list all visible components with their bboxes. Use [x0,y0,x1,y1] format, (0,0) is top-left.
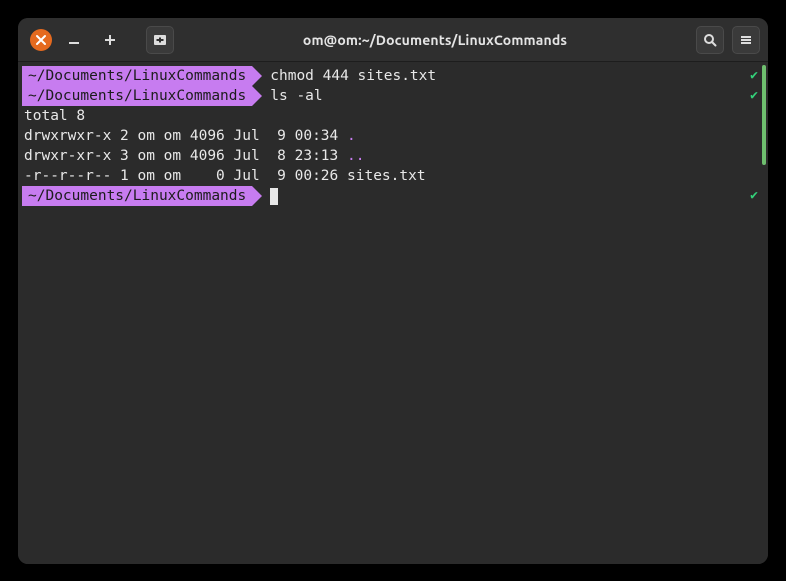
file-meta: drwxrwxr-x 2 om om 4096 Jul 9 00:34 [24,126,347,146]
minimize-icon [66,32,82,48]
success-check-icon: ✔ [750,186,758,206]
file-meta: drwxr-xr-x 3 om om 4096 Jul 8 23:13 [24,146,347,166]
close-icon [33,32,49,48]
titlebar: om@om:~/Documents/LinuxCommands [18,18,768,62]
prompt-path: ~/Documents/LinuxCommands [22,86,252,106]
success-check-icon: ✔ [750,66,758,86]
command-line-active: ~/Documents/LinuxCommands ✔ [22,186,768,206]
output-line: -r--r--r-- 1 om om 0 Jul 9 00:26 sites.t… [22,166,768,186]
search-button[interactable] [696,26,724,54]
command-text: chmod 444 sites.txt [270,66,436,86]
command-line: ~/Documents/LinuxCommands ls -al ✔ [22,86,768,106]
prompt-path: ~/Documents/LinuxCommands [22,186,252,206]
close-button[interactable] [30,29,52,51]
new-tab-button[interactable] [146,26,174,54]
minimize-button[interactable] [60,26,88,54]
dir-name: .. [347,146,364,166]
dir-name: . [347,126,356,146]
hamburger-icon [738,32,754,48]
terminal-body[interactable]: ~/Documents/LinuxCommands chmod 444 site… [18,62,768,564]
prompt-path: ~/Documents/LinuxCommands [22,66,252,86]
menu-button[interactable] [732,26,760,54]
search-icon [702,32,718,48]
new-tab-icon [152,32,168,48]
maximize-button[interactable] [96,26,124,54]
plus-icon [102,32,118,48]
success-check-icon: ✔ [750,86,758,106]
output-line: drwxr-xr-x 3 om om 4096 Jul 8 23:13 .. [22,146,768,166]
cursor [270,188,278,205]
output-line: total 8 [22,106,768,126]
window-title: om@om:~/Documents/LinuxCommands [182,32,688,48]
terminal-window: om@om:~/Documents/LinuxCommands ~/Docume… [18,18,768,564]
command-text: ls -al [270,86,322,106]
command-line: ~/Documents/LinuxCommands chmod 444 site… [22,66,768,86]
output-line: drwxrwxr-x 2 om om 4096 Jul 9 00:34 . [22,126,768,146]
